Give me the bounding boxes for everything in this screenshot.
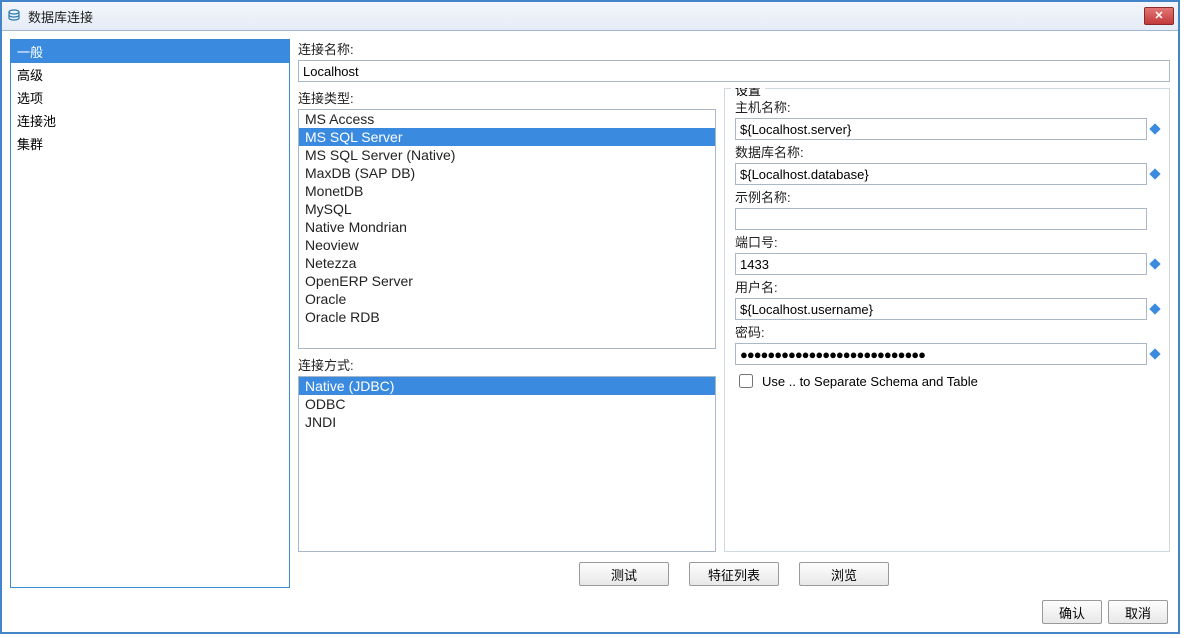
database-row: 数据库名称:: [735, 142, 1159, 185]
connection-type-row: 连接类型: MS AccessMS SQL ServerMS SQL Serve…: [298, 88, 716, 349]
connection-type-option[interactable]: Oracle: [299, 290, 715, 308]
connection-name-input[interactable]: [298, 60, 1170, 82]
connection-access-listbox[interactable]: Native (JDBC)ODBCJNDI: [298, 376, 716, 552]
port-row: 端口号:: [735, 232, 1159, 275]
separate-schema-checkbox[interactable]: [739, 374, 753, 388]
connection-type-option[interactable]: Netezza: [299, 254, 715, 272]
test-button[interactable]: 测试: [579, 562, 669, 586]
action-buttons-row: 测试 特征列表 浏览: [298, 558, 1170, 588]
database-input[interactable]: [735, 163, 1147, 185]
close-button[interactable]: ✕: [1144, 7, 1174, 25]
variable-picker-icon[interactable]: [1149, 168, 1160, 179]
user-label: 用户名:: [735, 277, 1159, 296]
main-panel: 连接名称: 连接类型: MS AccessMS SQL ServerMS SQL…: [298, 39, 1170, 588]
ok-button[interactable]: 确认: [1042, 600, 1102, 624]
variable-picker-icon[interactable]: [1149, 348, 1160, 359]
left-column: 连接类型: MS AccessMS SQL ServerMS SQL Serve…: [298, 88, 716, 552]
settings-fieldset: 设置 主机名称: 数据库名称:: [724, 88, 1170, 552]
variable-picker-icon[interactable]: [1149, 258, 1160, 269]
host-input[interactable]: [735, 118, 1147, 140]
sidebar-item[interactable]: 连接池: [11, 109, 289, 132]
connection-type-option[interactable]: Oracle RDB: [299, 308, 715, 326]
instance-row: 示例名称:: [735, 187, 1159, 230]
connection-name-label: 连接名称:: [298, 39, 1170, 58]
connection-type-option[interactable]: MS Access: [299, 110, 715, 128]
instance-label: 示例名称:: [735, 187, 1159, 206]
connection-name-row: 连接名称:: [298, 39, 1170, 82]
sidebar-item[interactable]: 一般: [11, 40, 289, 63]
connection-type-option[interactable]: MS SQL Server: [299, 128, 715, 146]
dialog-window: 数据库连接 ✕ 一般高级选项连接池集群 连接名称: 连接类型: MS Acces…: [0, 0, 1180, 634]
connection-access-option[interactable]: ODBC: [299, 395, 715, 413]
connection-type-option[interactable]: Native Mondrian: [299, 218, 715, 236]
host-label: 主机名称:: [735, 97, 1159, 116]
variable-picker-icon[interactable]: [1149, 303, 1160, 314]
right-column: 设置 主机名称: 数据库名称:: [724, 88, 1170, 552]
feature-list-button[interactable]: 特征列表: [689, 562, 779, 586]
connection-access-option[interactable]: Native (JDBC): [299, 377, 715, 395]
window-title: 数据库连接: [28, 7, 1144, 26]
browse-button[interactable]: 浏览: [799, 562, 889, 586]
sidebar-item[interactable]: 选项: [11, 86, 289, 109]
settings-legend: 设置: [731, 88, 765, 99]
port-input[interactable]: [735, 253, 1147, 275]
password-label: 密码:: [735, 322, 1159, 341]
database-icon: [6, 8, 22, 24]
connection-access-label: 连接方式:: [298, 355, 716, 374]
connection-type-listbox[interactable]: MS AccessMS SQL ServerMS SQL Server (Nat…: [298, 109, 716, 349]
cancel-button[interactable]: 取消: [1108, 600, 1168, 624]
connection-type-label: 连接类型:: [298, 88, 716, 107]
password-row: 密码:: [735, 322, 1159, 365]
variable-picker-icon[interactable]: [1149, 123, 1160, 134]
user-input[interactable]: [735, 298, 1147, 320]
connection-type-option[interactable]: MySQL: [299, 200, 715, 218]
separate-schema-label: Use .. to Separate Schema and Table: [762, 374, 978, 389]
dialog-footer: 确认 取消: [2, 596, 1178, 632]
connection-access-option[interactable]: JNDI: [299, 413, 715, 431]
sidebar-item[interactable]: 集群: [11, 132, 289, 155]
category-sidebar[interactable]: 一般高级选项连接池集群: [10, 39, 290, 588]
connection-access-row: 连接方式: Native (JDBC)ODBCJNDI: [298, 355, 716, 552]
titlebar: 数据库连接 ✕: [2, 2, 1178, 31]
separate-schema-row: Use .. to Separate Schema and Table: [735, 371, 1159, 391]
user-row: 用户名:: [735, 277, 1159, 320]
close-icon: ✕: [1154, 11, 1163, 22]
instance-input[interactable]: [735, 208, 1147, 230]
two-column-area: 连接类型: MS AccessMS SQL ServerMS SQL Serve…: [298, 88, 1170, 552]
port-label: 端口号:: [735, 232, 1159, 251]
database-label: 数据库名称:: [735, 142, 1159, 161]
dialog-body: 一般高级选项连接池集群 连接名称: 连接类型: MS AccessMS SQL …: [2, 31, 1178, 596]
connection-type-option[interactable]: MaxDB (SAP DB): [299, 164, 715, 182]
connection-type-option[interactable]: Neoview: [299, 236, 715, 254]
connection-type-option[interactable]: MonetDB: [299, 182, 715, 200]
connection-type-option[interactable]: OpenERP Server: [299, 272, 715, 290]
connection-type-option[interactable]: MS SQL Server (Native): [299, 146, 715, 164]
password-input[interactable]: [735, 343, 1147, 365]
sidebar-item[interactable]: 高级: [11, 63, 289, 86]
host-row: 主机名称:: [735, 97, 1159, 140]
